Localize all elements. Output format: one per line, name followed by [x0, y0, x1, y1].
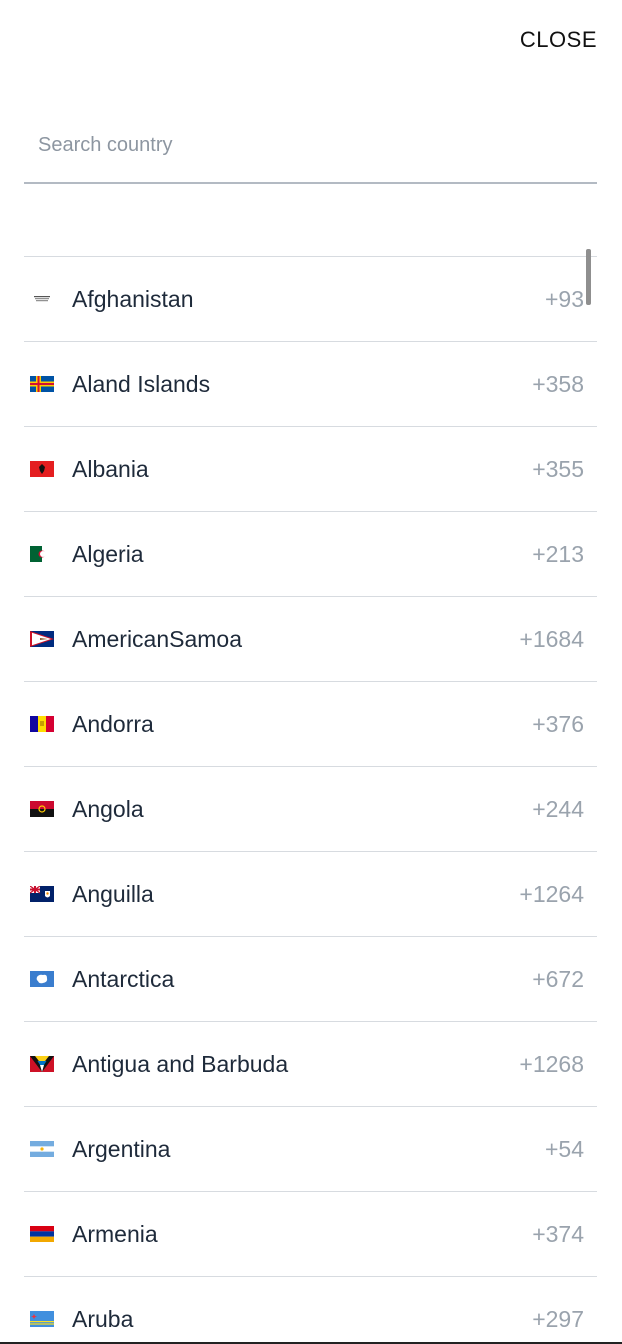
anguilla-flag-icon [30, 886, 54, 902]
american-samoa-flag-icon [30, 631, 54, 647]
dial-code: +1268 [519, 1050, 584, 1077]
dial-code: +358 [532, 370, 584, 397]
aland-islands-flag-icon [30, 376, 54, 392]
angola-flag-icon [30, 801, 54, 817]
dial-code: +93 [544, 285, 584, 312]
country-name: Afghanistan [72, 285, 194, 312]
country-name: Aland Islands [72, 370, 211, 397]
country-name: Antigua and Barbuda [72, 1050, 289, 1077]
search-field [24, 108, 597, 184]
list-scrollbar[interactable] [586, 249, 591, 305]
close-button[interactable]: CLOSE [520, 27, 597, 53]
search-input[interactable] [36, 126, 580, 164]
algeria-flag-icon [30, 546, 54, 562]
armenia-flag-icon [30, 1226, 54, 1242]
country-name: AmericanSamoa [72, 625, 243, 652]
albania-flag-icon [30, 461, 54, 477]
country-name: Algeria [72, 540, 144, 567]
country-row-angola[interactable]: Angola +244 [24, 766, 597, 851]
dial-code: +297 [532, 1305, 584, 1332]
country-name: Armenia [72, 1220, 158, 1247]
country-row-antarctica[interactable]: Antarctica +672 [24, 936, 597, 1021]
country-row-antigua-barbuda[interactable]: Antigua and Barbuda +1268 [24, 1021, 597, 1106]
country-row-argentina[interactable]: Argentina +54 [24, 1106, 597, 1191]
country-name: Albania [72, 455, 149, 482]
dial-code: +355 [532, 455, 584, 482]
argentina-flag-icon [30, 1141, 54, 1157]
dial-code: +672 [532, 965, 584, 992]
country-row-aruba[interactable]: Aruba +297 [24, 1276, 597, 1344]
country-row-aland-islands[interactable]: Aland Islands +358 [24, 341, 597, 426]
country-list[interactable]: Afghanistan +93 Aland Islands +358 Alban… [24, 256, 597, 1344]
dial-code: +374 [532, 1220, 584, 1247]
antarctica-flag-icon [30, 971, 54, 987]
country-row-armenia[interactable]: Armenia +374 [24, 1191, 597, 1276]
dial-code: +54 [544, 1135, 584, 1162]
dial-code: +1264 [519, 880, 584, 907]
aruba-flag-icon [30, 1311, 54, 1327]
country-name: Angola [72, 795, 144, 822]
dial-code: +376 [532, 710, 584, 737]
country-row-algeria[interactable]: Algeria +213 [24, 511, 597, 596]
country-row-afghanistan[interactable]: Afghanistan +93 [24, 256, 597, 341]
antigua-barbuda-flag-icon [30, 1056, 54, 1072]
country-name: Aruba [72, 1305, 134, 1332]
country-row-anguilla[interactable]: Anguilla +1264 [24, 851, 597, 936]
dial-code: +244 [532, 795, 584, 822]
afghanistan-flag-icon [30, 291, 54, 307]
country-name: Anguilla [72, 880, 154, 907]
country-name: Argentina [72, 1135, 171, 1162]
country-row-american-samoa[interactable]: AmericanSamoa +1684 [24, 596, 597, 681]
dial-code: +1684 [519, 625, 584, 652]
andorra-flag-icon [30, 716, 54, 732]
dial-code: +213 [532, 540, 584, 567]
country-name: Antarctica [72, 965, 175, 992]
country-name: Andorra [72, 710, 154, 737]
country-row-albania[interactable]: Albania +355 [24, 426, 597, 511]
country-row-andorra[interactable]: Andorra +376 [24, 681, 597, 766]
